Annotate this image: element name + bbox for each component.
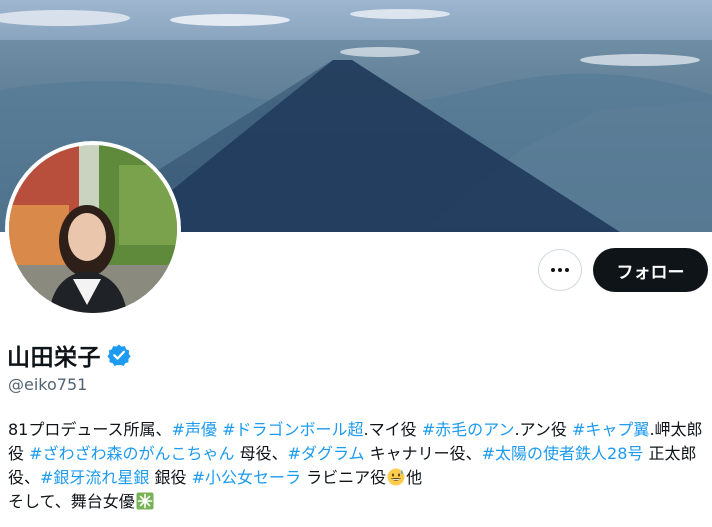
hashtag-link[interactable]: #キャプ翼	[572, 420, 649, 439]
display-name: 山田栄子	[7, 345, 101, 371]
sparkle-emoji	[136, 492, 154, 510]
hashtag-link[interactable]: #太陽の使者鉄人28号	[482, 444, 644, 463]
hashtag-link[interactable]: #ざわざわ森のがんこちゃん	[29, 444, 234, 463]
bio-text: キャナリー役、	[364, 444, 482, 463]
verified-badge-icon[interactable]	[107, 343, 131, 367]
grinning-sweat-emoji	[387, 468, 405, 486]
more-dots-icon	[551, 268, 569, 272]
follow-button[interactable]: フォロー	[593, 248, 708, 292]
hashtag-link[interactable]: #声優	[172, 420, 217, 439]
profile-photo	[9, 145, 177, 313]
bio-text: 母役、	[234, 444, 288, 463]
hashtag-link[interactable]: #銀牙流れ星銀	[40, 468, 149, 487]
bio-text: ラビニア役	[301, 468, 387, 487]
avatar[interactable]	[5, 141, 181, 317]
bio-text: .アン役	[514, 420, 573, 439]
hashtag-link[interactable]: #ドラゴンボール超	[222, 420, 363, 439]
more-options-button[interactable]	[538, 249, 582, 291]
hashtag-link[interactable]: #小公女セーラ	[192, 468, 301, 487]
bio-text: .マイ役	[363, 420, 422, 439]
bio-text: 銀役	[149, 468, 192, 487]
profile-bio: 81プロデュース所属、#声優 #ドラゴンボール超.マイ役 #赤毛のアン.アン役 …	[8, 418, 706, 514]
bio-text: 81プロデュース所属、	[8, 420, 172, 439]
bio-line2: そして、舞台女優	[8, 492, 135, 511]
hashtag-link[interactable]: #ダグラム	[288, 444, 365, 463]
hashtag-link[interactable]: #赤毛のアン	[422, 420, 515, 439]
bio-after-emoji: 他	[406, 468, 423, 487]
name-row: 山田栄子	[7, 338, 131, 372]
username-handle: @eiko751	[8, 375, 88, 394]
